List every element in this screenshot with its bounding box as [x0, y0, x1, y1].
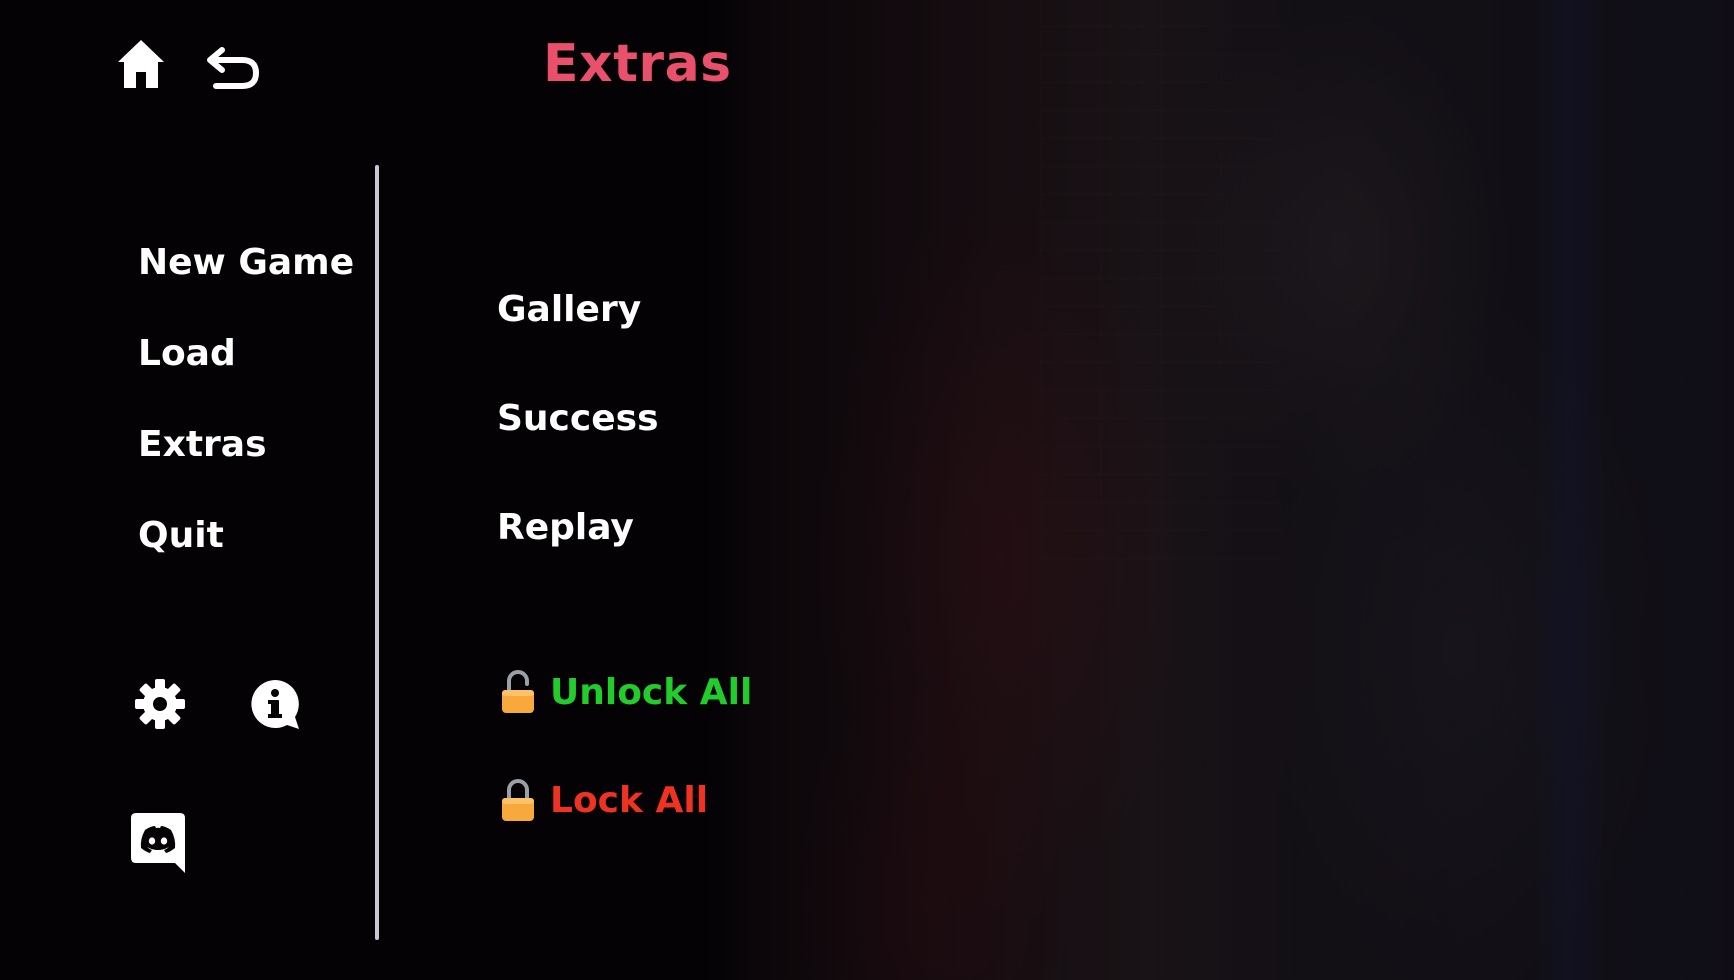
- extras-item-success[interactable]: Success: [497, 394, 659, 503]
- menu-item-extras[interactable]: Extras: [138, 420, 354, 511]
- unlock-all-label: Unlock All: [550, 671, 753, 713]
- discord-button[interactable]: [131, 813, 185, 873]
- discord-icon: [131, 813, 185, 873]
- unlock-all-button[interactable]: Unlock All: [500, 667, 752, 717]
- home-icon: [118, 40, 164, 88]
- gear-icon: [135, 679, 185, 729]
- return-arrow-icon: [207, 47, 260, 89]
- extras-item-replay[interactable]: Replay: [497, 503, 659, 612]
- info-button[interactable]: [249, 678, 301, 730]
- unlocked-padlock-icon: [502, 670, 534, 713]
- menu-item-new-game[interactable]: New Game: [138, 238, 354, 329]
- locked-padlock-icon: [502, 779, 534, 821]
- settings-button[interactable]: [134, 678, 186, 730]
- info-bubble-icon: [251, 680, 299, 729]
- screen-title: Extras: [543, 34, 732, 94]
- lock-all-button[interactable]: Lock All: [500, 775, 708, 825]
- lock-all-label: Lock All: [550, 779, 709, 821]
- back-button[interactable]: [206, 46, 260, 90]
- menu-item-quit[interactable]: Quit: [138, 511, 354, 602]
- main-menu: New Game Load Extras Quit: [138, 238, 354, 602]
- menu-divider: [375, 165, 379, 940]
- extras-item-gallery[interactable]: Gallery: [497, 285, 659, 394]
- menu-item-load[interactable]: Load: [138, 329, 354, 420]
- home-button[interactable]: [116, 38, 166, 90]
- extras-menu: Gallery Success Replay: [497, 285, 659, 612]
